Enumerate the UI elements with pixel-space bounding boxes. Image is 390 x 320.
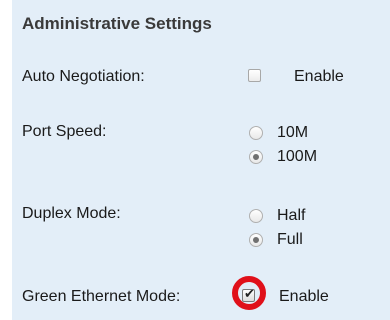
section-title: Administrative Settings xyxy=(22,14,212,33)
port-speed-10m-label: 10M xyxy=(277,124,309,141)
checkmark-icon: ✔ xyxy=(244,286,255,301)
auto-negotiation-label: Auto Negotiation: xyxy=(22,68,145,85)
port-speed-100m-radio[interactable] xyxy=(249,150,263,164)
administrative-settings-panel xyxy=(12,0,390,320)
green-ethernet-enable-label: Enable xyxy=(279,288,329,305)
radio-selected-dot xyxy=(253,237,259,243)
port-speed-label: Port Speed: xyxy=(22,123,107,140)
duplex-full-radio[interactable] xyxy=(249,233,263,247)
green-ethernet-enable-checkbox[interactable]: ✔ xyxy=(242,286,255,302)
auto-negotiation-checkbox[interactable] xyxy=(248,69,261,82)
auto-negotiation-enable-label: Enable xyxy=(294,68,344,85)
duplex-full-label: Full xyxy=(277,231,303,248)
green-ethernet-mode-label: Green Ethernet Mode: xyxy=(22,288,181,305)
port-speed-10m-radio[interactable] xyxy=(249,126,263,140)
duplex-half-label: Half xyxy=(277,207,306,224)
duplex-mode-label: Duplex Mode: xyxy=(22,205,121,222)
port-speed-100m-label: 100M xyxy=(277,148,318,165)
duplex-half-radio[interactable] xyxy=(249,209,263,223)
radio-selected-dot xyxy=(253,154,259,160)
